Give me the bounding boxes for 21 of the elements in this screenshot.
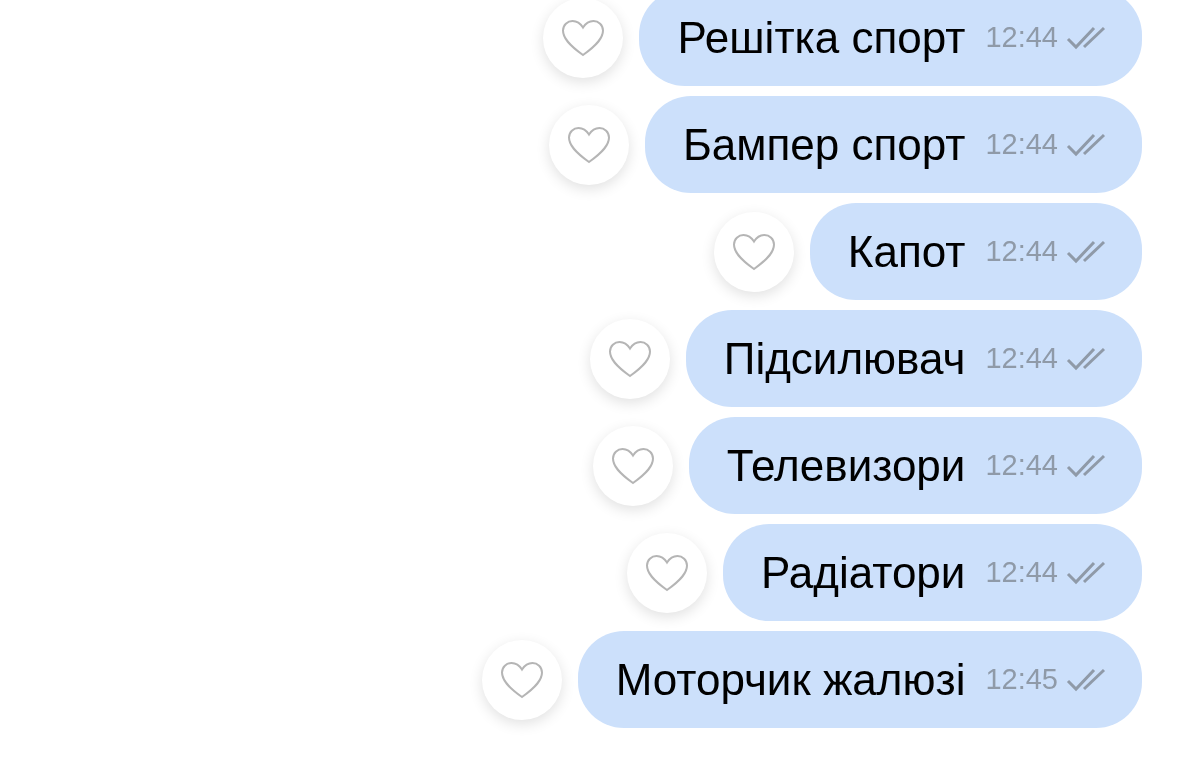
heart-icon (731, 232, 776, 271)
heart-icon (644, 553, 689, 592)
message-text: Моторчик жалюзі (615, 654, 966, 705)
message-time: 12:44 (985, 556, 1058, 589)
heart-icon (561, 18, 606, 57)
message-text: Радіатори (760, 547, 966, 598)
message-text: Підсилювач (723, 333, 966, 384)
heart-icon (566, 125, 611, 164)
message-time: 12:45 (985, 663, 1058, 696)
message-time: 12:44 (985, 21, 1058, 54)
message-time: 12:44 (985, 449, 1058, 482)
message-text: Телевизори (726, 440, 966, 491)
heart-icon (610, 446, 655, 485)
heart-icon (607, 339, 652, 378)
message-time: 12:44 (985, 342, 1058, 375)
message-time: 12:44 (985, 235, 1058, 268)
message-text: Бампер спорт (682, 119, 966, 170)
heart-icon (499, 660, 544, 699)
message-text: Капот (847, 226, 966, 277)
message-time: 12:44 (985, 128, 1058, 161)
message-text: Решітка спорт (677, 12, 966, 63)
